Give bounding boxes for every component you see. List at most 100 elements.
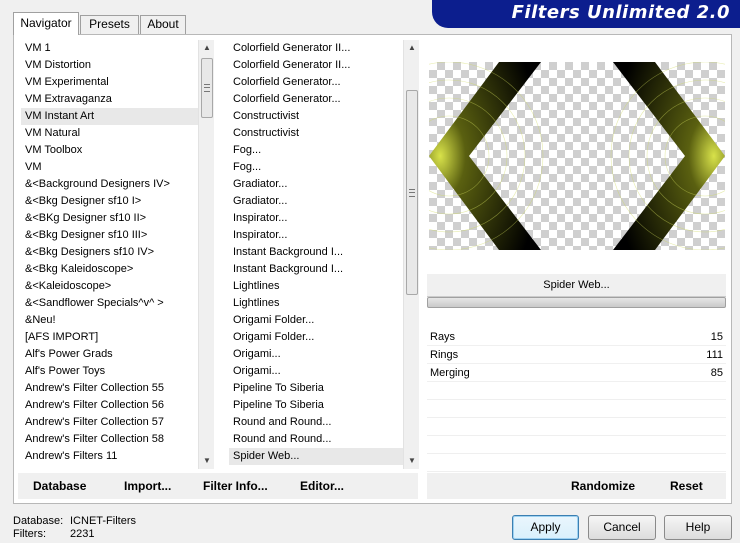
filter-list-item[interactable]: Colorfield Generator II... bbox=[229, 57, 403, 74]
category-list-item[interactable]: Andrew's Filters 11 bbox=[21, 448, 198, 465]
preset-slider[interactable] bbox=[427, 297, 726, 308]
param-merging-value: 85 bbox=[710, 367, 723, 379]
filter-list-item[interactable]: Instant Background I... bbox=[229, 244, 403, 261]
category-list-item[interactable]: &<Bkg Designer sf10 III> bbox=[21, 227, 198, 244]
spider-web-preview-image bbox=[429, 62, 725, 250]
filter-info-button[interactable]: Filter Info... bbox=[203, 479, 268, 493]
category-list-item[interactable]: VM Experimental bbox=[21, 74, 198, 91]
param-rays-label: Rays bbox=[430, 331, 456, 343]
category-list-item[interactable]: Alf's Power Toys bbox=[21, 363, 198, 380]
filter-list-item[interactable]: Origami Folder... bbox=[229, 312, 403, 329]
param-rings[interactable]: Rings 111 bbox=[427, 346, 726, 364]
filter-list-item[interactable]: Round and Round... bbox=[229, 431, 403, 448]
category-list-item[interactable]: &<Bkg Designer sf10 I> bbox=[21, 193, 198, 210]
category-scrollbar[interactable]: ▲ ▼ bbox=[198, 40, 214, 469]
scroll-up-arrow-icon[interactable]: ▲ bbox=[199, 40, 215, 56]
scroll-up-arrow-icon[interactable]: ▲ bbox=[404, 40, 420, 56]
help-button[interactable]: Help bbox=[664, 515, 732, 540]
database-button[interactable]: Database bbox=[33, 479, 86, 493]
filter-list-item[interactable]: Lightlines bbox=[229, 295, 403, 312]
param-merging-label: Merging bbox=[430, 367, 470, 379]
param-rings-label: Rings bbox=[430, 349, 459, 361]
tab-presets[interactable]: Presets bbox=[80, 15, 139, 34]
database-label: Database: bbox=[13, 515, 64, 527]
category-list-item[interactable]: VM Instant Art bbox=[21, 108, 198, 125]
category-list-item[interactable]: VM Distortion bbox=[21, 57, 198, 74]
category-list-item[interactable]: VM Extravaganza bbox=[21, 91, 198, 108]
param-empty-row bbox=[427, 418, 726, 436]
preset-name-button[interactable]: Spider Web... bbox=[427, 273, 726, 297]
scroll-thumb[interactable] bbox=[201, 58, 213, 118]
scroll-thumb[interactable] bbox=[406, 90, 418, 295]
param-merging[interactable]: Merging 85 bbox=[427, 364, 726, 382]
filter-list-item[interactable]: Constructivist bbox=[229, 125, 403, 142]
category-list-item[interactable]: Alf's Power Grads bbox=[21, 346, 198, 363]
filter-preview bbox=[429, 62, 725, 250]
category-list-item[interactable]: Andrew's Filter Collection 55 bbox=[21, 380, 198, 397]
param-empty-row bbox=[427, 454, 726, 472]
category-list[interactable]: VM 1 VM Distortion VM Experimental VM Extra… bbox=[21, 40, 198, 465]
filter-list-item[interactable]: Inspirator... bbox=[229, 210, 403, 227]
filters-count-value: 2231 bbox=[70, 528, 95, 540]
filter-list[interactable]: Colorfield Generator II... Colorfield Gen… bbox=[229, 40, 403, 465]
filter-list-item[interactable]: Pipeline To Siberia bbox=[229, 397, 403, 414]
cancel-button[interactable]: Cancel bbox=[588, 515, 656, 540]
param-rings-value: 111 bbox=[706, 349, 723, 361]
category-list-item[interactable]: &<BKg Designer sf10 II> bbox=[21, 210, 198, 227]
filter-list-item[interactable]: Fog... bbox=[229, 142, 403, 159]
category-list-item[interactable]: VM 1 bbox=[21, 40, 198, 57]
param-rays-value: 15 bbox=[710, 331, 723, 343]
category-list-item[interactable]: &<Bkg Designers sf10 IV> bbox=[21, 244, 198, 261]
scroll-down-arrow-icon[interactable]: ▼ bbox=[404, 453, 420, 469]
filter-list-item[interactable]: Gradiator... bbox=[229, 193, 403, 210]
apply-button[interactable]: Apply bbox=[512, 515, 579, 540]
category-list-item[interactable]: Andrew's Filter Collection 56 bbox=[21, 397, 198, 414]
preview-actions-bar: Randomize Reset bbox=[427, 473, 726, 499]
filter-list-item[interactable]: Pipeline To Siberia bbox=[229, 380, 403, 397]
category-list-item[interactable]: &<Kaleidoscope> bbox=[21, 278, 198, 295]
param-empty-row bbox=[427, 382, 726, 400]
category-list-item[interactable]: Andrew's Filter Collection 57 bbox=[21, 414, 198, 431]
filter-list-item[interactable]: Colorfield Generator... bbox=[229, 74, 403, 91]
param-empty-row bbox=[427, 400, 726, 418]
filter-list-item[interactable]: Colorfield Generator II... bbox=[229, 40, 403, 57]
filter-list-item[interactable]: Origami Folder... bbox=[229, 329, 403, 346]
title-banner: Filters Unlimited 2.0 bbox=[432, 0, 740, 28]
app-title: Filters Unlimited 2.0 bbox=[511, 2, 730, 23]
database-value: ICNET-Filters bbox=[70, 515, 136, 527]
filter-list-item[interactable]: Lightlines bbox=[229, 278, 403, 295]
parameter-list: Rays 15 Rings 111 Merging 85 bbox=[427, 328, 726, 472]
filters-count-label: Filters: bbox=[13, 528, 46, 540]
tab-navigator[interactable]: Navigator bbox=[13, 12, 79, 35]
editor-button[interactable]: Editor... bbox=[300, 479, 344, 493]
category-list-item[interactable]: &<Sandflower Specials^v^ > bbox=[21, 295, 198, 312]
filter-list-item[interactable]: Fog... bbox=[229, 159, 403, 176]
import-button[interactable]: Import... bbox=[124, 479, 171, 493]
category-list-item[interactable]: &<Background Designers IV> bbox=[21, 176, 198, 193]
param-rays[interactable]: Rays 15 bbox=[427, 328, 726, 346]
filter-list-item[interactable]: Colorfield Generator... bbox=[229, 91, 403, 108]
category-list-item[interactable]: VM Natural bbox=[21, 125, 198, 142]
filter-list-item[interactable]: Gradiator... bbox=[229, 176, 403, 193]
filter-list-item[interactable]: Origami... bbox=[229, 363, 403, 380]
status-info: Database: ICNET-Filters Filters: 2231 bbox=[13, 515, 136, 541]
filter-list-item[interactable]: Round and Round... bbox=[229, 414, 403, 431]
filter-list-item[interactable]: Origami... bbox=[229, 346, 403, 363]
randomize-button[interactable]: Randomize bbox=[571, 479, 635, 493]
filter-list-item[interactable]: Inspirator... bbox=[229, 227, 403, 244]
scroll-down-arrow-icon[interactable]: ▼ bbox=[199, 453, 215, 469]
reset-button[interactable]: Reset bbox=[670, 479, 703, 493]
category-list-item[interactable]: [AFS IMPORT] bbox=[21, 329, 198, 346]
category-list-item[interactable]: &<Bkg Kaleidoscope> bbox=[21, 261, 198, 278]
param-empty-row bbox=[427, 436, 726, 454]
filter-list-item[interactable]: Constructivist bbox=[229, 108, 403, 125]
filter-list-item[interactable]: Instant Background I... bbox=[229, 261, 403, 278]
category-list-item[interactable]: Andrew's Filter Collection 58 bbox=[21, 431, 198, 448]
filter-list-item[interactable]: Spider Web... bbox=[229, 448, 403, 465]
category-list-item[interactable]: &Neu! bbox=[21, 312, 198, 329]
filter-scrollbar[interactable]: ▲ ▼ bbox=[403, 40, 419, 469]
list-actions-bar: Database Import... Filter Info... Editor… bbox=[18, 473, 418, 499]
tab-about[interactable]: About bbox=[140, 15, 186, 34]
category-list-item[interactable]: VM bbox=[21, 159, 198, 176]
category-list-item[interactable]: VM Toolbox bbox=[21, 142, 198, 159]
